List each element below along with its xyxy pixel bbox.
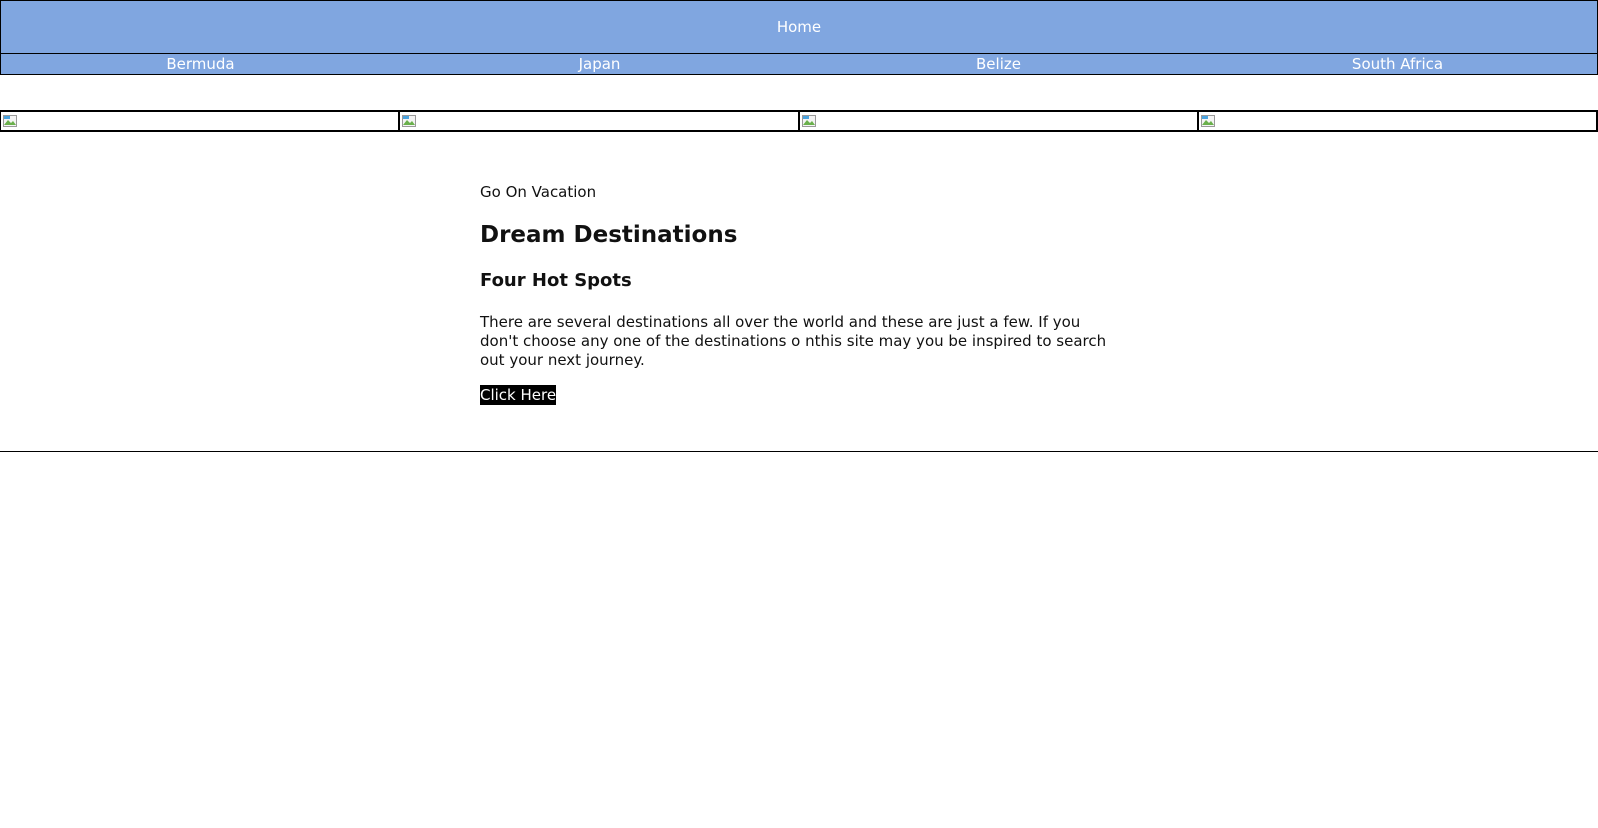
page-title: Dream Destinations	[480, 222, 738, 248]
destination-photo-belize	[798, 110, 1198, 132]
broken-image-icon	[402, 115, 417, 127]
destinations-nav: Bermuda Japan Belize South Africa	[0, 53, 1598, 75]
broken-image-icon	[801, 115, 816, 127]
page: Home Bermuda Japan Belize South Africa G…	[0, 0, 1598, 828]
eyebrow-text: Go On Vacation	[480, 183, 597, 201]
nav-link-belize[interactable]: Belize	[799, 54, 1198, 74]
click-here-button[interactable]: Click Here	[480, 385, 557, 405]
destination-photo-bermuda	[0, 110, 400, 132]
destination-photo-japan	[399, 110, 799, 132]
intro-paragraph: There are several destinations all over …	[480, 313, 1107, 369]
top-nav: Home	[0, 0, 1598, 54]
page-subtitle: Four Hot Spots	[480, 270, 632, 291]
destination-gallery	[0, 110, 1598, 132]
destination-photo-south-africa	[1197, 110, 1598, 132]
divider	[0, 451, 1598, 452]
home-link[interactable]: Home	[777, 18, 821, 36]
broken-image-icon	[1200, 115, 1215, 127]
nav-link-bermuda[interactable]: Bermuda	[1, 54, 400, 74]
nav-link-south-africa[interactable]: South Africa	[1198, 54, 1597, 74]
nav-link-japan[interactable]: Japan	[400, 54, 799, 74]
broken-image-icon	[3, 115, 17, 127]
